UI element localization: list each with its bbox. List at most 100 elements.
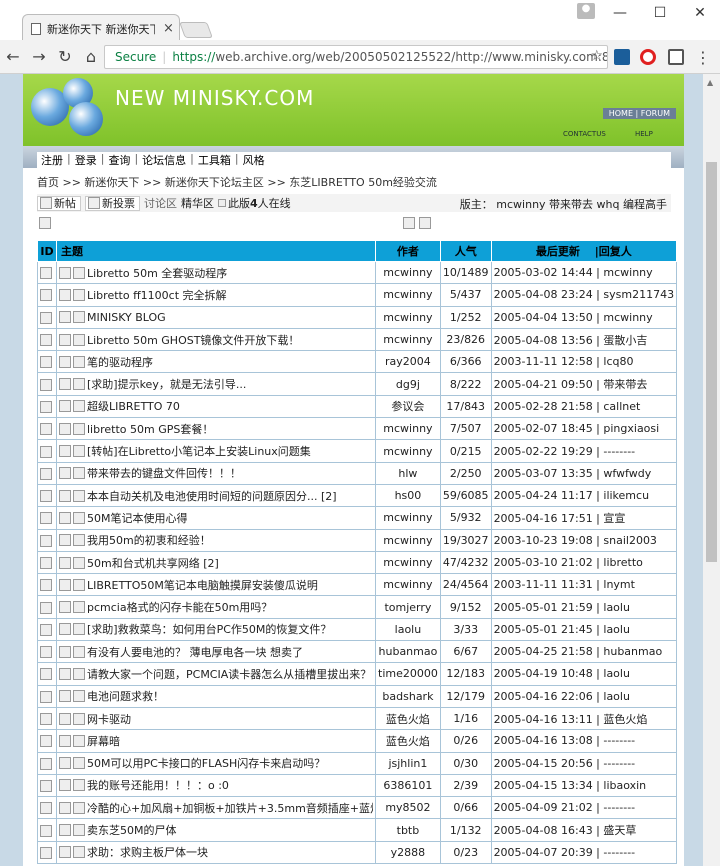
table-row[interactable]: pcmcia格式的闪存卡能在50m用吗？ tomjerry 9/152 2005-05… bbox=[37, 595, 678, 619]
topic-author[interactable]: mcwinny bbox=[375, 327, 441, 352]
topic-subject[interactable]: 50M笔记本使用心得 bbox=[87, 510, 188, 526]
breadcrumb[interactable]: 首页 >> 新迷你天下 >> 新迷你天下论坛主区 >> 东芝LIBRETTO 5… bbox=[37, 174, 437, 190]
topic-subject[interactable]: 卖东芝50M的尸体 bbox=[87, 822, 177, 838]
home-icon[interactable]: ⌂ bbox=[78, 47, 104, 66]
topic-subject-cell[interactable]: [求助]提示key，就是无法引导... bbox=[56, 372, 376, 396]
topic-last-update[interactable]: 2005-04-08 16:43 | 盛天草 bbox=[490, 818, 678, 842]
topic-subject[interactable]: 笔的驱动程序 bbox=[87, 354, 153, 370]
table-row[interactable]: [转帖]在Libretto小笔记本上安装Linux问题集 mcwinny 0/215… bbox=[37, 439, 678, 463]
topic-last-update[interactable]: 2005-03-07 13:35 | wfwfwdy bbox=[490, 461, 678, 485]
table-row[interactable]: 带来带去的键盘文件回传！！！ hlw 2/250 2005-03-07 13:35 |… bbox=[37, 461, 678, 485]
topic-last-update[interactable]: 2005-03-02 14:44 | mcwinny bbox=[490, 260, 678, 285]
table-row[interactable]: 50m和台式机共享网络 [2] mcwinny 47/4232 2005-03-10 … bbox=[37, 550, 678, 575]
topic-last-update[interactable]: 2005-03-10 21:02 | libretto bbox=[490, 550, 678, 575]
topic-last-update[interactable]: 2005-04-08 23:24 | sysm211743 bbox=[490, 283, 678, 307]
topic-author[interactable]: tbtb bbox=[375, 818, 441, 842]
elite-link[interactable]: 精华区 bbox=[181, 195, 214, 211]
topic-subject-cell[interactable]: [转帖]在Libretto小笔记本上安装Linux问题集 bbox=[56, 439, 376, 463]
topic-author[interactable]: time20000 bbox=[375, 662, 441, 686]
topic-author[interactable]: hlw bbox=[375, 461, 441, 485]
back-arrow-icon[interactable]: ← bbox=[0, 47, 26, 66]
table-row[interactable]: 网卡驱动 蓝色火焰 1/16 2005-04-16 13:11 | 蓝色火焰 bbox=[37, 706, 678, 731]
close-window-button[interactable]: ✕ bbox=[680, 0, 720, 26]
topic-last-update[interactable]: 2005-04-16 22:06 | laolu bbox=[490, 684, 678, 708]
nav-login[interactable]: 登录 bbox=[71, 152, 101, 168]
topic-last-update[interactable]: 2005-04-07 20:39 | -------- bbox=[490, 840, 678, 865]
topic-last-update[interactable]: 2005-04-19 10:48 | laolu bbox=[490, 662, 678, 686]
nav-toolbox[interactable]: 工具箱 bbox=[194, 152, 235, 168]
menu-kebab-icon[interactable]: ⋮ bbox=[690, 48, 716, 67]
topic-subject-cell[interactable]: 请教大家一个问题，PCMCIA读卡器怎么从插槽里拔出来？ bbox=[56, 662, 376, 686]
topic-last-update[interactable]: 2005-05-01 21:59 | laolu bbox=[490, 595, 678, 619]
topic-author[interactable]: 蓝色火焰 bbox=[375, 706, 441, 731]
topic-subject-cell[interactable]: [求助]救救菜鸟：如何用台PC作50M的恢复文件？ bbox=[56, 617, 376, 642]
topic-subject[interactable]: Libretto 50m 全套驱动程序 bbox=[87, 265, 227, 281]
topic-subject-cell[interactable]: 卖东芝50M的尸体 bbox=[56, 818, 376, 842]
nav-style[interactable]: 风格 bbox=[239, 152, 269, 168]
topic-author[interactable]: mcwinny bbox=[375, 573, 441, 597]
topic-author[interactable]: 参议会 bbox=[375, 394, 441, 419]
topic-last-update[interactable]: 2003-11-11 12:58 | lcq80 bbox=[490, 350, 678, 374]
topic-last-update[interactable]: 2003-11-11 11:31 | lnymt bbox=[490, 573, 678, 597]
page-scrollbar[interactable]: ▲ bbox=[703, 74, 720, 866]
table-row[interactable]: 我用50m的初衷和经验！ mcwinny 19/3027 2003-10-23 19:… bbox=[37, 528, 678, 552]
topic-subject-cell[interactable]: 电池问题求救！ bbox=[56, 684, 376, 708]
topic-subject[interactable]: 求助：求购主板尸体一块 bbox=[87, 844, 208, 860]
table-row[interactable]: [求助]救救菜鸟：如何用台PC作50M的恢复文件？ laolu 3/33 2005-0… bbox=[37, 617, 678, 642]
table-row[interactable]: 本本自动关机及电池使用时间短的问题原因分... [2] hs00 59/6085 20… bbox=[37, 483, 678, 508]
topic-subject[interactable]: 我用50m的初衷和经验！ bbox=[87, 532, 211, 548]
topic-subject[interactable]: 带来带去的键盘文件回传！！！ bbox=[87, 465, 241, 481]
topic-last-update[interactable]: 2005-04-04 13:50 | mcwinny bbox=[490, 305, 678, 329]
topic-subject[interactable]: 我的账号还能用！！！：o :0 bbox=[87, 777, 229, 793]
topic-subject[interactable]: Libretto ff1100ct 完全拆解 bbox=[87, 287, 227, 303]
topic-author[interactable]: laolu bbox=[375, 617, 441, 642]
topic-subject[interactable]: 请教大家一个问题，PCMCIA读卡器怎么从插槽里拔出来？ bbox=[87, 666, 371, 682]
reload-icon[interactable]: ↻ bbox=[52, 47, 78, 66]
topic-author[interactable]: badshark bbox=[375, 684, 441, 708]
table-row[interactable]: 卖东芝50M的尸体 tbtb 1/132 2005-04-08 16:43 | 盛天草 bbox=[37, 818, 678, 842]
topic-subject[interactable]: libretto 50m GPS套餐！ bbox=[87, 421, 213, 437]
topic-last-update[interactable]: 2005-04-08 13:56 | 蛋散小吉 bbox=[490, 327, 678, 352]
topic-subject-cell[interactable]: 屏幕暗 bbox=[56, 729, 376, 753]
topic-last-update[interactable]: 2005-04-15 13:34 | libaoxin bbox=[490, 773, 678, 798]
topic-subject-cell[interactable]: pcmcia格式的闪存卡能在50m用吗？ bbox=[56, 595, 376, 619]
maximize-button[interactable]: ☐ bbox=[640, 0, 680, 26]
table-row[interactable]: 冷酷的心+加风扇+加铜板+加铁片+3.5mm音频插座+蓝灯... my8502 0/… bbox=[37, 796, 678, 820]
table-row[interactable]: MINISKY BLOG mcwinny 1/252 2005-04-04 13:50… bbox=[37, 305, 678, 329]
banner-nav[interactable]: HOME | FORUM bbox=[602, 108, 676, 119]
table-row[interactable]: 请教大家一个问题，PCMCIA读卡器怎么从插槽里拔出来？ time20000 12/… bbox=[37, 662, 678, 686]
browser-tab[interactable]: 新迷你天下 新迷你天下 × bbox=[22, 14, 180, 42]
table-row[interactable]: 我的账号还能用！！！：o :0 6386101 2/39 2005-04-15 13:… bbox=[37, 773, 678, 798]
table-row[interactable]: 超级LIBRETTO 70 参议会 17/843 2005-02-28 21:58 |… bbox=[37, 394, 678, 419]
topic-subject-cell[interactable]: Libretto ff1100ct 完全拆解 bbox=[56, 283, 376, 307]
topic-subject-cell[interactable]: 冷酷的心+加风扇+加铜板+加铁片+3.5mm音频插座+蓝灯... bbox=[56, 796, 376, 820]
topic-subject-cell[interactable]: libretto 50m GPS套餐！ bbox=[56, 417, 376, 441]
moderators[interactable]: 版主： mcwinny 带来带去 whq 编程高手 bbox=[460, 196, 667, 212]
topic-last-update[interactable]: 2005-04-16 17:51 | 宣宣 bbox=[490, 506, 678, 530]
topic-last-update[interactable]: 2005-02-07 18:45 | pingxiaosi bbox=[490, 417, 678, 441]
topic-author[interactable]: 6386101 bbox=[375, 773, 441, 798]
topic-subject-cell[interactable]: Libretto 50m 全套驱动程序 bbox=[56, 260, 376, 285]
contactus-link[interactable]: CONTACTUS bbox=[563, 130, 606, 138]
topic-subject[interactable]: 超级LIBRETTO 70 bbox=[87, 398, 180, 414]
scroll-thumb[interactable] bbox=[706, 162, 717, 562]
table-row[interactable]: 50M笔记本使用心得 mcwinny 5/932 2005-04-16 17:51 |… bbox=[37, 506, 678, 530]
topic-author[interactable]: dg9j bbox=[375, 372, 441, 396]
topic-subject-cell[interactable]: 网卡驱动 bbox=[56, 706, 376, 731]
topic-subject[interactable]: 冷酷的心+加风扇+加铜板+加铁片+3.5mm音频插座+蓝灯... bbox=[87, 800, 373, 816]
topic-author[interactable]: y2888 bbox=[375, 840, 441, 865]
topic-subject-cell[interactable]: 带来带去的键盘文件回传！！！ bbox=[56, 461, 376, 485]
topic-subject-cell[interactable]: MINISKY BLOG bbox=[56, 305, 376, 329]
topic-subject-cell[interactable]: 我的账号还能用！！！：o :0 bbox=[56, 773, 376, 798]
profile-icon[interactable]: ● bbox=[577, 3, 595, 19]
area-link[interactable]: 讨论区 bbox=[144, 195, 177, 211]
minimize-button[interactable]: — bbox=[600, 0, 640, 26]
topic-subject[interactable]: 网卡驱动 bbox=[87, 711, 131, 727]
tab-close-icon[interactable]: × bbox=[163, 21, 174, 36]
topic-subject[interactable]: MINISKY BLOG bbox=[87, 311, 166, 324]
table-row[interactable]: 电池问题求救！ badshark 12/179 2005-04-16 22:06 | … bbox=[37, 684, 678, 708]
topic-last-update[interactable]: 2005-04-24 11:17 | ilikemcu bbox=[490, 483, 678, 508]
topic-author[interactable]: tomjerry bbox=[375, 595, 441, 619]
topic-subject[interactable]: 有没有人要电池的？ 薄电厚电各一块 想卖了 bbox=[87, 644, 303, 660]
topic-subject-cell[interactable]: 本本自动关机及电池使用时间短的问题原因分... [2] bbox=[56, 483, 376, 508]
